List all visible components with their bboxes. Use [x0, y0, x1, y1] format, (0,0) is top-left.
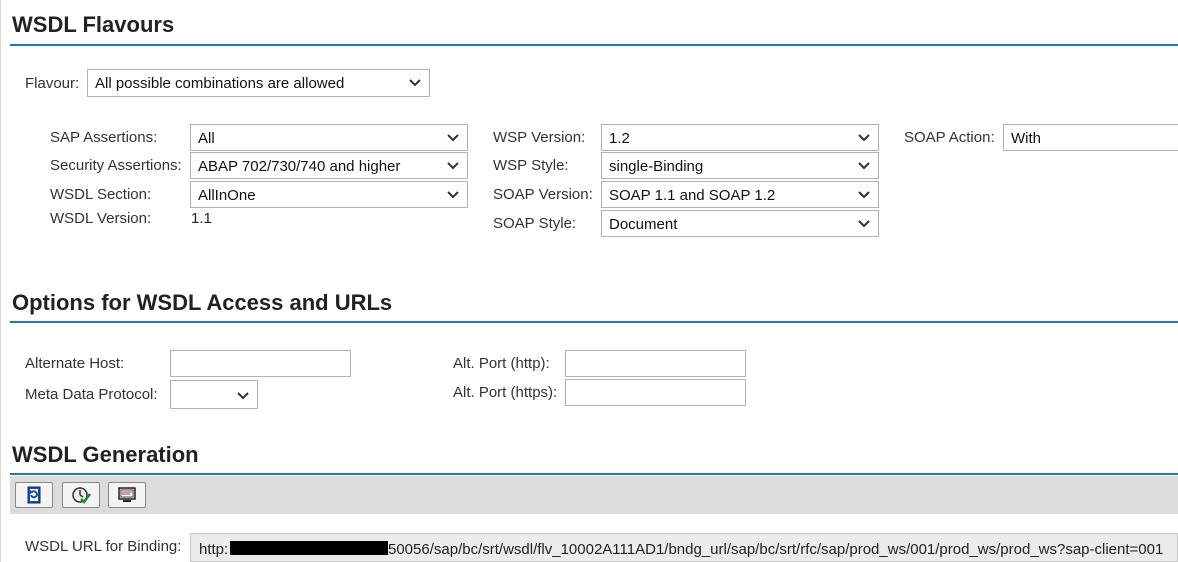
chevron-down-icon	[237, 392, 249, 400]
wsp-style-value: single-Binding	[609, 158, 704, 175]
refresh-button[interactable]	[15, 482, 53, 508]
wsdl-url-value: 50056/sap/bc/srt/wsdl/flv_10002A111AD1/b…	[388, 541, 1164, 558]
section-divider	[10, 321, 1178, 323]
display-button[interactable]	[108, 482, 146, 508]
wsp-style-label: WSP Style:	[493, 157, 569, 174]
chevron-down-icon	[447, 134, 459, 142]
flavour-dropdown[interactable]: All possible combinations are allowed	[87, 69, 430, 97]
alt-port-http-label: Alt. Port (http):	[453, 355, 550, 372]
chevron-down-icon	[447, 191, 459, 199]
section-title-wsdl-access: Options for WSDL Access and URLs	[12, 290, 393, 315]
security-assertions-label: Security Assertions:	[50, 157, 182, 174]
flavour-value: All possible combinations are allowed	[95, 75, 345, 92]
meta-data-protocol-label: Meta Data Protocol:	[25, 386, 158, 403]
security-assertions-value: ABAP 702/730/740 and higher	[198, 158, 401, 175]
alt-port-https-input[interactable]	[565, 379, 746, 406]
display-icon	[118, 487, 136, 502]
flavour-label: Flavour:	[25, 75, 80, 92]
wsp-version-value: 1.2	[609, 130, 630, 147]
section-divider	[10, 473, 1178, 475]
wsdl-section-value: AllInOne	[198, 187, 256, 204]
chevron-down-icon	[858, 134, 870, 142]
sap-assertions-label: SAP Assertions:	[50, 129, 158, 146]
wsp-version-label: WSP Version:	[493, 129, 586, 146]
sap-assertions-dropdown[interactable]: All	[190, 124, 468, 151]
wsdl-version-value: 1.1	[191, 210, 212, 227]
chevron-down-icon	[858, 220, 870, 228]
alternate-host-input[interactable]	[170, 350, 351, 377]
chevron-down-icon	[858, 162, 870, 170]
wsdl-section-label: WSDL Section:	[50, 186, 152, 203]
execute-button[interactable]	[62, 482, 100, 508]
wsp-style-dropdown[interactable]: single-Binding	[601, 152, 879, 179]
alternate-host-label: Alternate Host:	[25, 355, 125, 372]
soap-version-value: SOAP 1.1 and SOAP 1.2	[609, 187, 776, 204]
meta-data-protocol-dropdown[interactable]	[170, 380, 258, 409]
wsp-version-dropdown[interactable]: 1.2	[601, 124, 879, 151]
soap-style-dropdown[interactable]: Document	[601, 210, 879, 237]
execute-icon	[72, 487, 91, 504]
wsdl-section-dropdown[interactable]: AllInOne	[190, 181, 468, 208]
soap-action-label: SOAP Action:	[904, 129, 995, 146]
soap-action-dropdown[interactable]: With	[1003, 124, 1178, 151]
refresh-icon	[27, 486, 41, 504]
section-title-wsdl-flavours: WSDL Flavours	[12, 12, 175, 37]
redaction-bar	[230, 541, 388, 555]
wsdl-url-label: WSDL URL for Binding:	[25, 538, 182, 555]
chevron-down-icon	[858, 191, 870, 199]
alt-port-https-label: Alt. Port (https):	[453, 384, 558, 401]
chevron-down-icon	[409, 79, 421, 87]
soap-style-label: SOAP Style:	[493, 215, 577, 232]
page-left-border	[0, 0, 1, 562]
soap-action-value: With	[1011, 130, 1041, 147]
soap-style-value: Document	[609, 216, 678, 233]
chevron-down-icon	[447, 162, 459, 170]
wsdl-version-label: WSDL Version:	[50, 210, 152, 227]
alt-port-http-input[interactable]	[565, 350, 746, 377]
soap-version-label: SOAP Version:	[493, 186, 593, 203]
soap-version-dropdown[interactable]: SOAP 1.1 and SOAP 1.2	[601, 181, 879, 208]
sap-assertions-value: All	[198, 130, 215, 147]
security-assertions-dropdown[interactable]: ABAP 702/730/740 and higher	[190, 152, 468, 179]
section-divider	[10, 44, 1178, 46]
wsdl-url-prefix: http:	[199, 541, 229, 558]
section-title-wsdl-generation: WSDL Generation	[12, 442, 199, 467]
generation-toolbar	[10, 476, 1178, 514]
wsdl-url-field[interactable]: http: 50056/sap/bc/srt/wsdl/flv_10002A11…	[190, 533, 1178, 562]
